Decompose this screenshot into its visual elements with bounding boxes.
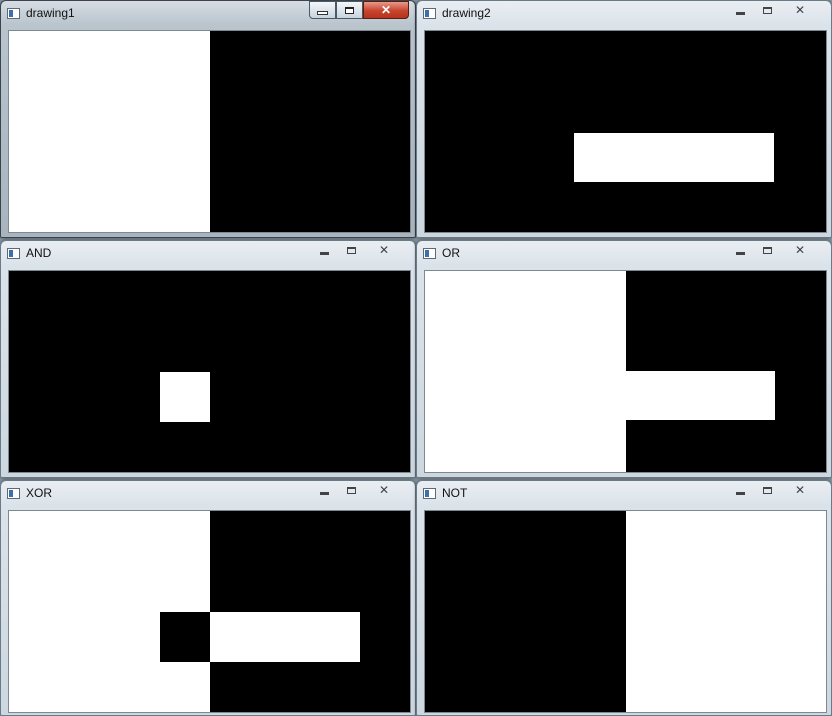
maximize-button[interactable] bbox=[754, 241, 781, 259]
minimize-button[interactable] bbox=[727, 1, 754, 19]
titlebar[interactable]: AND ✕ bbox=[1, 241, 415, 267]
image-canvas bbox=[424, 510, 827, 713]
minimize-button[interactable] bbox=[311, 241, 338, 259]
close-button[interactable]: ✕ bbox=[365, 241, 403, 259]
window-not[interactable]: NOT ✕ bbox=[416, 480, 832, 716]
titlebar[interactable]: OR ✕ bbox=[417, 241, 831, 267]
window-icon bbox=[423, 8, 436, 19]
maximize-button[interactable] bbox=[338, 481, 365, 499]
maximize-icon bbox=[763, 6, 772, 14]
titlebar[interactable]: drawing1 ✕ bbox=[1, 1, 415, 27]
maximize-icon bbox=[347, 486, 356, 494]
image-canvas bbox=[8, 510, 411, 713]
white-bar bbox=[625, 371, 775, 420]
minimize-button[interactable] bbox=[727, 481, 754, 499]
close-icon: ✕ bbox=[794, 243, 806, 257]
close-button[interactable]: ✕ bbox=[363, 1, 409, 19]
white-rect bbox=[626, 511, 826, 712]
minimize-button[interactable] bbox=[311, 481, 338, 499]
close-icon: ✕ bbox=[380, 3, 392, 17]
window-drawing1[interactable]: drawing1 ✕ bbox=[0, 0, 416, 238]
minimize-icon bbox=[736, 251, 745, 255]
minimize-button[interactable] bbox=[309, 1, 336, 19]
window-icon bbox=[7, 8, 20, 19]
minimize-icon bbox=[318, 12, 327, 14]
titlebar[interactable]: drawing2 ✕ bbox=[417, 1, 831, 27]
close-button[interactable]: ✕ bbox=[365, 481, 403, 499]
window-icon bbox=[423, 488, 436, 499]
white-square bbox=[160, 372, 210, 422]
close-icon: ✕ bbox=[794, 3, 806, 17]
close-button[interactable]: ✕ bbox=[781, 1, 819, 19]
white-rect bbox=[425, 271, 626, 472]
window-icon bbox=[423, 248, 436, 259]
image-canvas bbox=[424, 270, 827, 473]
window-and[interactable]: AND ✕ bbox=[0, 240, 416, 478]
white-bar bbox=[574, 133, 774, 182]
window-icon bbox=[7, 488, 20, 499]
image-canvas bbox=[8, 30, 411, 233]
window-title: AND bbox=[26, 246, 52, 260]
window-title: drawing2 bbox=[442, 6, 491, 20]
maximize-icon bbox=[763, 246, 772, 254]
window-xor[interactable]: XOR ✕ bbox=[0, 480, 416, 716]
white-bar bbox=[210, 612, 360, 662]
minimize-button[interactable] bbox=[727, 241, 754, 259]
maximize-button[interactable] bbox=[754, 481, 781, 499]
maximize-icon bbox=[347, 246, 356, 254]
maximize-icon bbox=[345, 6, 354, 14]
window-icon bbox=[7, 248, 20, 259]
close-icon: ✕ bbox=[378, 243, 390, 257]
black-square bbox=[160, 612, 210, 662]
minimize-icon bbox=[320, 251, 329, 255]
maximize-button[interactable] bbox=[754, 1, 781, 19]
white-rect bbox=[9, 31, 210, 232]
minimize-icon bbox=[736, 11, 745, 15]
close-icon: ✕ bbox=[378, 483, 390, 497]
image-canvas bbox=[424, 30, 827, 233]
window-title: drawing1 bbox=[26, 6, 75, 20]
window-drawing2[interactable]: drawing2 ✕ bbox=[416, 0, 832, 238]
titlebar[interactable]: NOT ✕ bbox=[417, 481, 831, 507]
maximize-icon bbox=[763, 486, 772, 494]
maximize-button[interactable] bbox=[336, 1, 363, 19]
maximize-button[interactable] bbox=[338, 241, 365, 259]
window-title: NOT bbox=[442, 486, 468, 500]
window-title: OR bbox=[442, 246, 460, 260]
close-button[interactable]: ✕ bbox=[781, 241, 819, 259]
minimize-icon bbox=[320, 491, 329, 495]
close-icon: ✕ bbox=[794, 483, 806, 497]
window-or[interactable]: OR ✕ bbox=[416, 240, 832, 478]
titlebar[interactable]: XOR ✕ bbox=[1, 481, 415, 507]
window-title: XOR bbox=[26, 486, 53, 500]
close-button[interactable]: ✕ bbox=[781, 481, 819, 499]
image-canvas bbox=[8, 270, 411, 473]
minimize-icon bbox=[736, 491, 745, 495]
